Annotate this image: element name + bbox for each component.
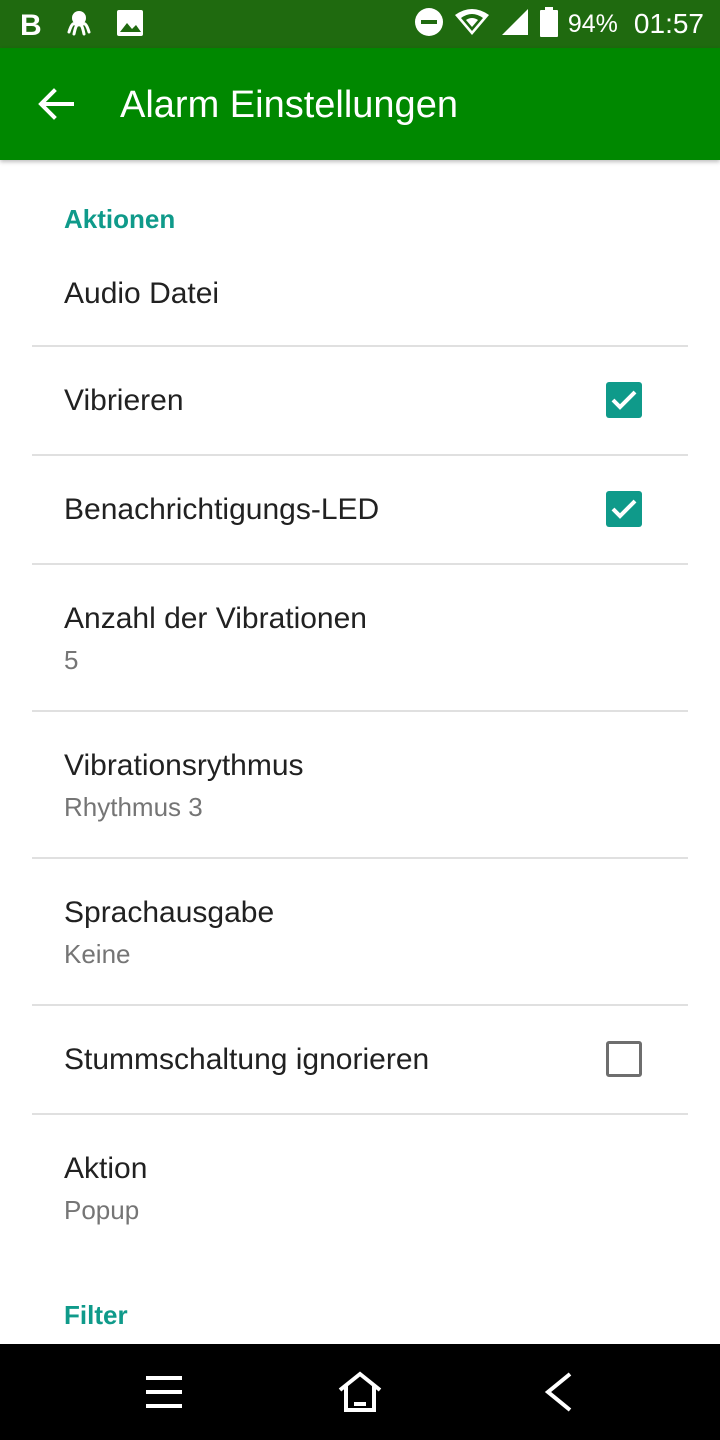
b-app-icon: B	[20, 8, 42, 42]
signal-icon	[500, 7, 530, 42]
home-icon[interactable]	[336, 1370, 384, 1414]
setting-vibration-rhythm[interactable]: Vibrationsrythmus Rhythmus 3	[0, 712, 720, 858]
back-icon[interactable]	[536, 1370, 584, 1414]
setting-label: Vibrationsrythmus	[64, 749, 304, 782]
setting-value: Popup	[64, 1195, 140, 1225]
setting-vibrate[interactable]: Vibrieren	[0, 347, 720, 455]
setting-label: Audio Datei	[64, 277, 220, 310]
wifi-icon	[454, 7, 490, 42]
setting-value: 5	[64, 645, 79, 675]
setting-label: Vibrieren	[64, 384, 184, 417]
arrow-left-icon[interactable]	[36, 86, 76, 122]
section-header-filter: Filter	[64, 1300, 128, 1330]
setting-label: Anzahl der Vibrationen	[64, 602, 367, 635]
setting-label: Stummschaltung ignorieren	[64, 1043, 430, 1076]
page-title: Alarm Einstellungen	[120, 84, 458, 126]
battery-icon	[539, 6, 558, 42]
ignore-mute-checkbox[interactable]	[606, 1041, 642, 1077]
setting-label: Aktion	[64, 1152, 148, 1185]
setting-value: Keine	[64, 939, 131, 969]
setting-label: Sprachausgabe	[64, 896, 275, 929]
do-not-disturb-icon	[414, 7, 444, 42]
image-icon	[116, 9, 144, 42]
menu-icon[interactable]	[140, 1370, 188, 1414]
battery-percent: 94%	[567, 10, 618, 38]
setting-notification-led[interactable]: Benachrichtigungs-LED	[0, 456, 720, 564]
navigation-bar	[0, 1344, 720, 1440]
status-bar: B 94% 01:57	[0, 0, 720, 48]
vibrate-checkbox[interactable]	[606, 382, 642, 418]
setting-label: Benachrichtigungs-LED	[64, 493, 380, 526]
setting-value: Rhythmus 3	[64, 792, 203, 822]
section-header-aktionen: Aktionen	[64, 204, 176, 234]
setting-vibration-count[interactable]: Anzahl der Vibrationen 5	[0, 565, 720, 711]
led-checkbox[interactable]	[606, 491, 642, 527]
app-bar: Alarm Einstellungen	[0, 48, 720, 160]
octopus-app-icon	[64, 8, 94, 43]
setting-speech-output[interactable]: Sprachausgabe Keine	[0, 859, 720, 1005]
clock-time: 01:57	[633, 8, 704, 39]
setting-audio-file[interactable]: Audio Datei	[0, 260, 720, 346]
setting-action[interactable]: Aktion Popup	[0, 1115, 720, 1261]
setting-ignore-mute[interactable]: Stummschaltung ignorieren	[0, 1006, 720, 1114]
